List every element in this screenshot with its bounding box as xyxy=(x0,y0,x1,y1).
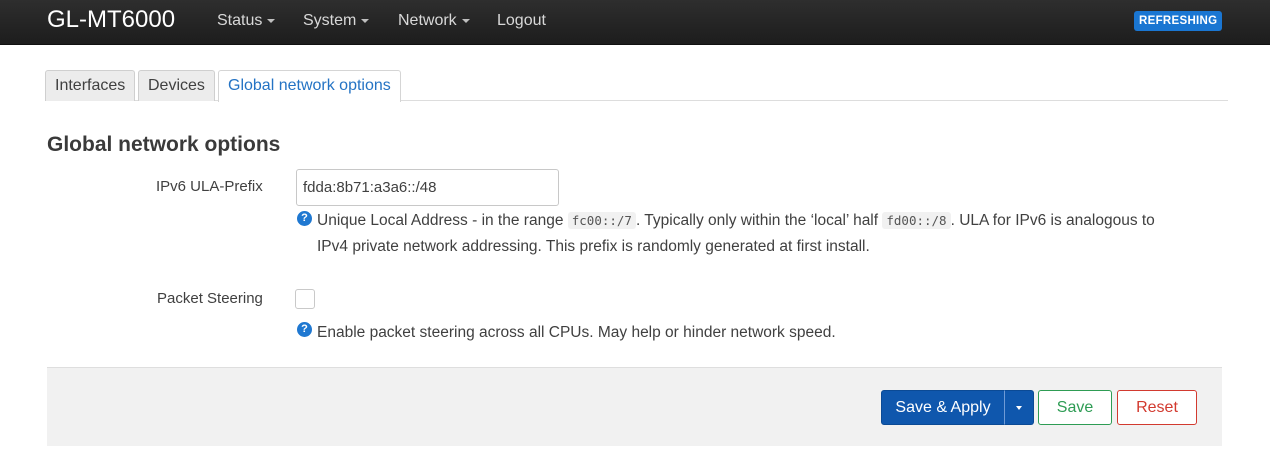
help-icon: ? xyxy=(297,322,312,337)
ula-help-code-1: fc00::/7 xyxy=(567,212,636,229)
tab-global-network-options[interactable]: Global network options xyxy=(218,70,401,102)
packet-steering-help: Enable packet steering across all CPUs. … xyxy=(317,324,836,341)
chevron-down-icon xyxy=(361,18,370,23)
save-button[interactable]: Save xyxy=(1038,390,1112,425)
ula-help-text-3: . ULA for IPv6 is analogous to xyxy=(950,212,1155,229)
nav-system-label: System xyxy=(303,12,357,29)
nav-system-menu[interactable]: System xyxy=(303,12,370,30)
ula-prefix-label: IPv6 ULA-Prefix xyxy=(156,178,263,195)
tab-devices[interactable]: Devices xyxy=(138,70,215,101)
packet-steering-label: Packet Steering xyxy=(157,290,263,307)
nav-status-menu[interactable]: Status xyxy=(217,12,276,30)
caret-down-icon xyxy=(1016,405,1022,410)
nav-network-label: Network xyxy=(398,12,457,29)
ula-help-text-1: Unique Local Address - in the range xyxy=(317,212,568,229)
help-icon: ? xyxy=(297,211,312,226)
ula-prefix-input[interactable] xyxy=(296,169,559,206)
top-navbar: GL-MT6000 Status System Network Logout R… xyxy=(0,0,1270,45)
nav-logout-link[interactable]: Logout xyxy=(497,12,546,30)
action-bar: Save & Apply Save Reset xyxy=(47,367,1222,446)
chevron-down-icon xyxy=(461,18,470,23)
ula-help-code-2: fd00::/8 xyxy=(882,212,951,229)
chevron-down-icon xyxy=(267,18,276,23)
reset-button[interactable]: Reset xyxy=(1117,390,1197,425)
packet-steering-checkbox[interactable] xyxy=(295,289,315,309)
tab-interfaces[interactable]: Interfaces xyxy=(45,70,136,101)
save-apply-dropdown-toggle[interactable] xyxy=(1004,390,1034,425)
nav-network-menu[interactable]: Network xyxy=(398,12,470,30)
ula-help-text-2: . Typically only within the ‘local’ half xyxy=(635,212,883,229)
section-title: Global network options xyxy=(47,133,281,156)
refreshing-badge[interactable]: REFRESHING xyxy=(1134,11,1223,31)
nav-status-label: Status xyxy=(217,12,263,29)
ula-prefix-help: Unique Local Address - in the range fc00… xyxy=(317,208,1222,260)
save-apply-button[interactable]: Save & Apply xyxy=(881,390,1005,425)
brand-title[interactable]: GL-MT6000 xyxy=(47,6,175,34)
ula-help-text-4: IPv4 private network addressing. This pr… xyxy=(317,238,870,255)
